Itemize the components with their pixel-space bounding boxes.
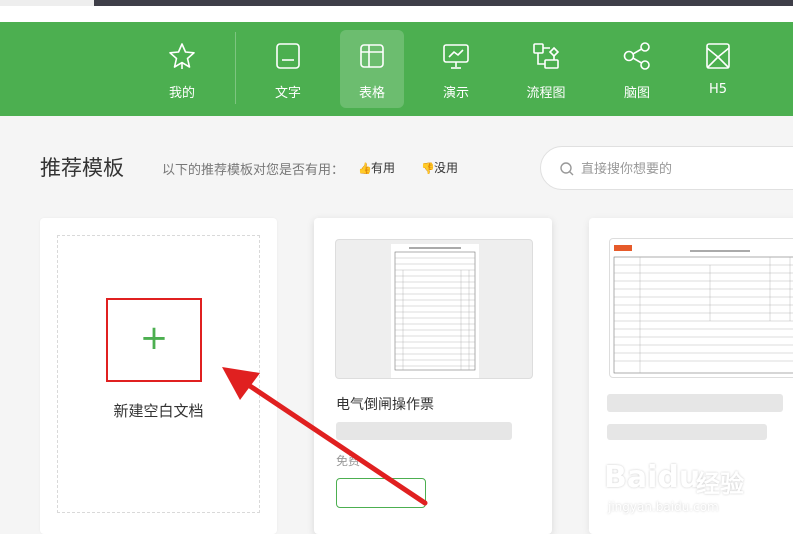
template-title[interactable]: 电气倒闸操作票 [336, 394, 434, 414]
new-blank-doc-label[interactable]: 新建空白文档 [40, 400, 277, 421]
document-icon [272, 40, 304, 72]
nav-item-presentation[interactable]: 演示 [424, 30, 488, 108]
plus-icon: + [139, 318, 169, 358]
h5-icon [702, 40, 734, 72]
nav-label-text: 文字 [274, 86, 301, 101]
search-input[interactable] [581, 158, 793, 180]
thumbs-down-icon: 👎 [421, 162, 435, 175]
nav-label-h5: H5 [708, 82, 728, 97]
nav-item-text[interactable]: 文字 [256, 30, 320, 108]
useful-label: 有用 [371, 161, 396, 175]
nav-divider [235, 32, 236, 104]
template-price-label: 免费 [336, 454, 361, 468]
template-title-blurred [607, 394, 783, 412]
nav-label-presentation: 演示 [442, 86, 469, 101]
watermark-brand: Baidu [604, 460, 701, 495]
nav-label-flowchart: 流程图 [526, 86, 566, 101]
watermark-url: jingyan.baidu.com [608, 500, 719, 514]
useless-label: 没用 [434, 161, 459, 175]
template-description-blurred [336, 422, 512, 440]
new-blank-doc-button[interactable]: + [106, 298, 202, 382]
use-template-button[interactable] [336, 478, 426, 508]
nav-label-sheet: 表格 [358, 86, 385, 101]
blank-doc-card[interactable]: + 新建空白文档 [40, 218, 277, 534]
template-thumbnail[interactable] [335, 239, 533, 379]
useful-button[interactable]: 👍有用 [358, 159, 395, 176]
category-navbar: 我的 文字 表格 演示 流程图 脑图 H5 [0, 22, 793, 116]
feedback-prompt: 以下的推荐模板对您是否有用： [162, 163, 345, 178]
table-icon [356, 40, 388, 72]
template-thumbnail[interactable] [609, 238, 793, 378]
presentation-icon [440, 40, 472, 72]
nav-label-mindmap: 脑图 [623, 86, 650, 101]
template-card[interactable]: 电气倒闸操作票 免费 [314, 218, 552, 534]
baidu-jingyan-watermark: Baidu 经验 jingyan.baidu.com [604, 460, 774, 520]
tab-strip-light [0, 0, 94, 6]
watermark-brand-cn: 经验 [696, 470, 744, 498]
star-icon [166, 40, 198, 72]
nav-item-sheet[interactable]: 表格 [340, 30, 404, 108]
template-preview-sheet [391, 244, 479, 378]
flowchart-icon [530, 40, 562, 72]
tab-strip-dark [94, 0, 793, 6]
search-icon [559, 161, 575, 177]
mindmap-icon [621, 40, 653, 72]
nav-label-mine: 我的 [168, 86, 195, 101]
template-search-box[interactable] [540, 146, 793, 190]
nav-item-h5[interactable]: H5 [686, 30, 750, 108]
nav-item-mindmap[interactable]: 脑图 [605, 30, 669, 108]
thumbs-up-icon: 👍 [358, 162, 372, 175]
nav-item-mine[interactable]: 我的 [150, 30, 214, 108]
template-description-blurred [607, 424, 767, 440]
nav-item-flowchart[interactable]: 流程图 [514, 30, 578, 108]
useless-button[interactable]: 👎没用 [421, 159, 458, 176]
browser-top-strip [0, 0, 793, 22]
section-title: 推荐模板 [40, 156, 124, 180]
template-preview-sheet [613, 245, 793, 374]
